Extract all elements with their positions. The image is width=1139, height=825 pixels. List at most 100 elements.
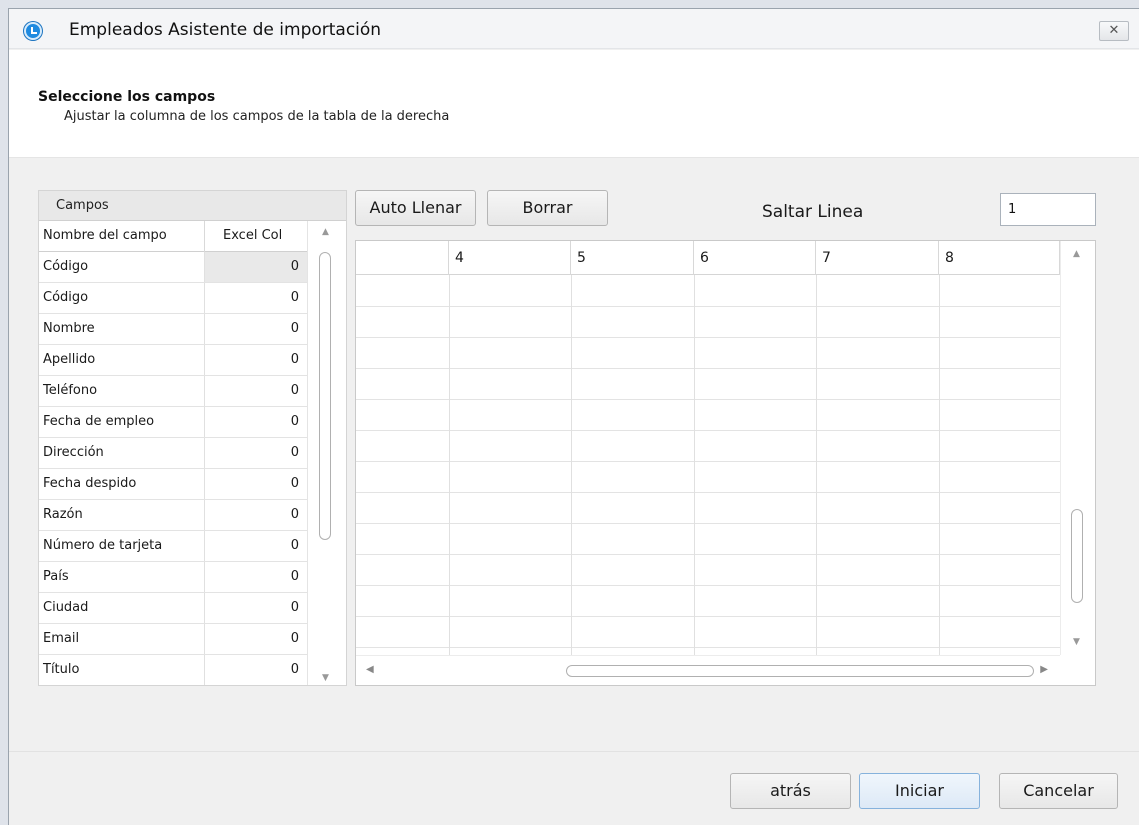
grid-column-label: 7 — [822, 250, 831, 266]
column-divider — [204, 469, 205, 499]
fields-panel: Campos Nombre del campo Excel Col Código… — [38, 190, 347, 686]
scroll-thumb[interactable] — [1071, 509, 1083, 603]
scroll-left-arrow-icon[interactable]: ◀ — [366, 664, 374, 675]
excel-col-value[interactable]: 0 — [291, 476, 299, 491]
grid-row-line — [356, 368, 1060, 369]
title-bar: Empleados Asistente de importación ✕ — [9, 9, 1139, 49]
scroll-thumb[interactable] — [566, 665, 1034, 677]
grid-row-line — [356, 337, 1060, 338]
back-button[interactable]: atrás — [730, 773, 851, 809]
grid-row-line — [356, 523, 1060, 524]
grid-header: 4 5 6 7 8 — [356, 241, 1060, 275]
column-divider — [204, 376, 205, 406]
field-name: Código — [43, 290, 89, 305]
scroll-down-arrow-icon[interactable]: ▼ — [1073, 637, 1080, 647]
field-row[interactable]: Apellido 0 — [39, 345, 307, 376]
step-subtitle: Ajustar la columna de los campos de la t… — [64, 109, 450, 124]
wizard-header: Seleccione los campos Ajustar la columna… — [9, 50, 1139, 158]
grid-row-line — [356, 585, 1060, 586]
fields-table-body: Código 0 Código 0 Nombre 0 Apellido 0 Teléfono 0 F… — [39, 252, 307, 685]
grid-horizontal-scrollbar[interactable]: ◀ ▶ — [356, 655, 1060, 685]
field-row[interactable]: Fecha despido 0 — [39, 469, 307, 500]
column-divider — [204, 221, 205, 252]
excel-col-value[interactable]: 0 — [291, 569, 299, 584]
grid-row-line — [356, 554, 1060, 555]
grid-row-line — [356, 430, 1060, 431]
footer-divider — [9, 751, 1139, 752]
start-button[interactable]: Iniciar — [859, 773, 980, 809]
skip-line-label: Saltar Linea — [762, 202, 864, 222]
excel-col-value[interactable]: 0 — [291, 662, 299, 677]
grid-column-line — [449, 275, 450, 655]
import-wizard-window: Empleados Asistente de importación ✕ Sel… — [8, 8, 1139, 825]
grid-column-line — [939, 275, 940, 655]
excel-col-value[interactable]: 0 — [291, 290, 299, 305]
grid-column-header[interactable]: 8 — [939, 241, 1060, 275]
field-name: Nombre — [43, 321, 95, 336]
scroll-down-arrow-icon[interactable]: ▼ — [322, 673, 329, 683]
field-row[interactable]: Razón 0 — [39, 500, 307, 531]
grid-row-line — [356, 461, 1060, 462]
grid-row-line — [356, 306, 1060, 307]
excel-col-value[interactable]: 0 — [291, 538, 299, 553]
field-name: Fecha despido — [43, 476, 137, 491]
app-clock-icon — [24, 22, 42, 40]
field-row[interactable]: Código 0 — [39, 252, 307, 283]
field-row[interactable]: Teléfono 0 — [39, 376, 307, 407]
field-row[interactable]: Nombre 0 — [39, 314, 307, 345]
grid-corner-cell[interactable] — [356, 241, 449, 275]
auto-fill-button[interactable]: Auto Llenar — [355, 190, 476, 226]
field-name: País — [43, 569, 69, 584]
grid-column-header[interactable]: 6 — [694, 241, 816, 275]
field-name: Email — [43, 631, 80, 646]
column-header-excel-col[interactable]: Excel Col — [223, 228, 282, 243]
excel-col-value[interactable]: 0 — [291, 445, 299, 460]
excel-col-value[interactable]: 0 — [291, 259, 299, 274]
grid-vertical-scrollbar[interactable]: ▲ ▼ — [1060, 241, 1095, 655]
column-divider — [204, 531, 205, 561]
scroll-up-arrow-icon[interactable]: ▲ — [1073, 249, 1080, 259]
column-header-field-name[interactable]: Nombre del campo — [43, 228, 167, 243]
field-row[interactable]: Dirección 0 — [39, 438, 307, 469]
field-row[interactable]: Código 0 — [39, 283, 307, 314]
field-row[interactable]: Fecha de empleo 0 — [39, 407, 307, 438]
step-title: Seleccione los campos — [38, 89, 216, 105]
excel-col-value[interactable]: 0 — [291, 352, 299, 367]
field-row[interactable]: Número de tarjeta 0 — [39, 531, 307, 562]
excel-col-value[interactable]: 0 — [291, 631, 299, 646]
field-row[interactable]: Ciudad 0 — [39, 593, 307, 624]
preview-grid: 4 5 6 7 8 ▲ ▼ ◀ ▶ — [355, 240, 1096, 686]
excel-col-value[interactable]: 0 — [291, 507, 299, 522]
field-row[interactable]: País 0 — [39, 562, 307, 593]
field-name: Dirección — [43, 445, 104, 460]
excel-col-value[interactable]: 0 — [291, 321, 299, 336]
column-divider — [204, 562, 205, 592]
window-title: Empleados Asistente de importación — [69, 20, 382, 40]
fields-scrollbar[interactable]: ▲ ▼ — [307, 221, 346, 685]
excel-col-value[interactable]: 0 — [291, 600, 299, 615]
field-name: Número de tarjeta — [43, 538, 163, 553]
grid-column-header[interactable]: 4 — [449, 241, 571, 275]
grid-column-line — [816, 275, 817, 655]
clear-button[interactable]: Borrar — [487, 190, 608, 226]
grid-body[interactable] — [356, 275, 1060, 655]
grid-column-header[interactable]: 5 — [571, 241, 694, 275]
scroll-right-arrow-icon[interactable]: ▶ — [1040, 664, 1048, 675]
column-divider — [204, 655, 205, 685]
fields-table-header: Nombre del campo Excel Col — [39, 221, 307, 252]
grid-row-line — [356, 399, 1060, 400]
excel-col-value[interactable]: 0 — [291, 414, 299, 429]
excel-col-value[interactable]: 0 — [291, 383, 299, 398]
cancel-button[interactable]: Cancelar — [999, 773, 1118, 809]
field-name: Razón — [43, 507, 83, 522]
column-divider — [204, 593, 205, 623]
column-divider — [204, 283, 205, 313]
grid-column-line — [571, 275, 572, 655]
skip-line-input[interactable] — [1000, 193, 1096, 226]
field-row[interactable]: Título 0 — [39, 655, 307, 685]
scroll-up-arrow-icon[interactable]: ▲ — [322, 227, 329, 237]
scroll-thumb[interactable] — [319, 252, 331, 540]
field-row[interactable]: Email 0 — [39, 624, 307, 655]
close-button[interactable]: ✕ — [1099, 21, 1129, 41]
grid-column-header[interactable]: 7 — [816, 241, 939, 275]
